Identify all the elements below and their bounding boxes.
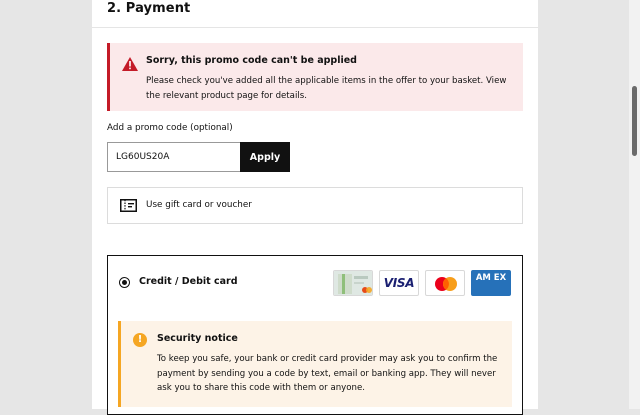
security-notice-message: To keep you safe, your bank or credit ca… <box>157 354 498 393</box>
gift-card-label: Use gift card or voucher <box>146 200 252 210</box>
apply-promo-button[interactable]: Apply <box>240 142 290 172</box>
exclamation-icon: ! <box>133 333 147 347</box>
card-option-label: Credit / Debit card <box>139 276 238 287</box>
gift-card-icon <box>120 199 137 212</box>
error-title: Sorry, this promo code can't be applied <box>146 55 357 66</box>
scrollbar-thumb[interactable] <box>632 86 637 156</box>
generic-card-logo <box>333 270 373 296</box>
card-radio-button[interactable] <box>119 277 130 288</box>
promo-code-label: Add a promo code (optional) <box>107 123 233 133</box>
security-notice-title: Security notice <box>157 333 238 344</box>
section-title: 2. Payment <box>107 1 191 16</box>
gift-card-voucher-option[interactable]: Use gift card or voucher <box>107 187 523 224</box>
amex-logo: AM EX <box>471 270 511 296</box>
visa-logo-text: VISA <box>383 276 415 290</box>
section-divider <box>92 27 538 28</box>
mastercard-logo <box>425 270 465 296</box>
page-scrollbar[interactable] <box>629 0 640 409</box>
warning-triangle-icon <box>122 57 138 71</box>
error-message: Please check you've added all the applic… <box>146 76 507 101</box>
visa-logo: VISA <box>379 270 419 296</box>
amex-logo-text: AM EX <box>475 273 507 283</box>
credit-debit-card-option[interactable]: Credit / Debit card VISA AM EX ! Securit… <box>107 255 523 415</box>
security-notice: ! Security notice To keep you safe, your… <box>118 321 512 407</box>
promo-code-input[interactable] <box>107 142 240 172</box>
promo-error-alert: Sorry, this promo code can't be applied … <box>107 43 523 111</box>
